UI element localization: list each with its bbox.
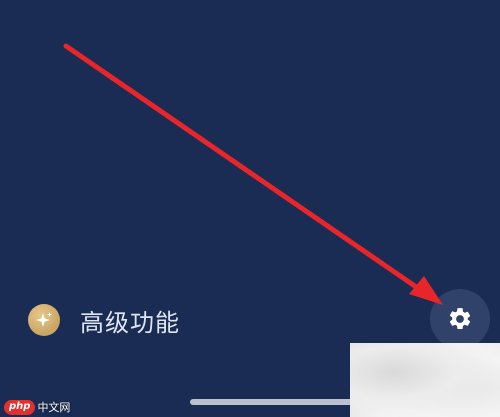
blurred-watermark-area [350,343,500,417]
sparkle-icon [28,304,60,336]
advanced-features-label: 高级功能 [80,308,180,337]
php-cn-watermark: php 中文网 [4,399,70,415]
php-badge: php [4,399,36,415]
php-watermark-text: 中文网 [37,401,71,414]
gear-icon [449,308,471,329]
home-indicator[interactable] [190,399,355,405]
settings-button[interactable] [430,289,490,349]
advanced-features-row[interactable]: 高级功能 [28,300,268,340]
